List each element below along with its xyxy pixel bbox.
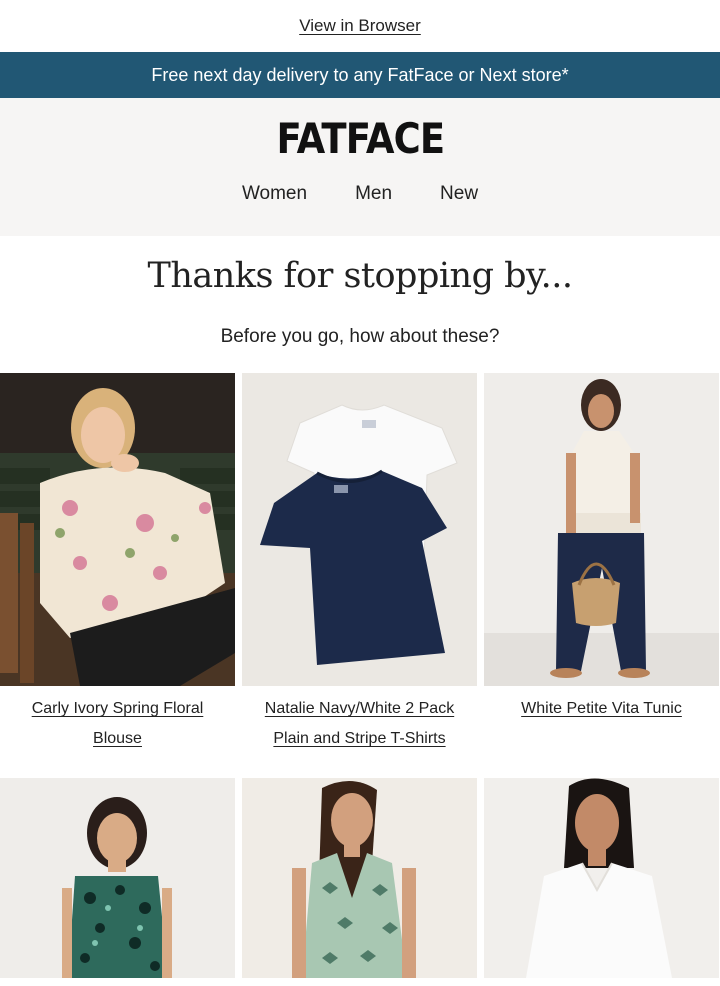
product-link[interactable]: White Petite Vita Tunic xyxy=(501,694,702,724)
product-card: White Petite Vita Tunic xyxy=(484,373,719,754)
product-card xyxy=(0,778,235,986)
product-image-white-vneck[interactable] xyxy=(484,778,719,978)
product-link[interactable]: Carly Ivory Spring Floral Blouse xyxy=(0,694,235,754)
product-image-tshirts[interactable] xyxy=(242,373,477,686)
product-image-floral-blouse[interactable] xyxy=(0,373,235,686)
product-card xyxy=(242,778,477,986)
view-in-browser-link[interactable]: View in Browser xyxy=(299,16,421,36)
product-card xyxy=(484,778,719,986)
brand-header: FATFACE Women Men New xyxy=(0,98,720,236)
product-link[interactable]: Natalie Navy/White 2 Pack Plain and Stri… xyxy=(242,694,477,754)
product-row xyxy=(0,778,720,986)
product-image-sage-print-vest[interactable] xyxy=(242,778,477,978)
view-in-browser-bar: View in Browser xyxy=(0,0,720,52)
product-grid: Carly Ivory Spring Floral Blouse Natalie… xyxy=(0,373,720,986)
product-image-white-tunic[interactable] xyxy=(484,373,719,686)
promo-text: Free next day delivery to any FatFace or… xyxy=(151,64,569,85)
promo-banner[interactable]: Free next day delivery to any FatFace or… xyxy=(0,52,720,98)
product-card: Carly Ivory Spring Floral Blouse xyxy=(0,373,235,754)
main-nav: Women Men New xyxy=(242,183,478,205)
product-card: Natalie Navy/White 2 Pack Plain and Stri… xyxy=(242,373,477,754)
product-image-green-print-top[interactable] xyxy=(0,778,235,978)
nav-men[interactable]: Men xyxy=(355,183,392,205)
page-subheadline: Before you go, how about these? xyxy=(220,326,500,347)
fatface-logo[interactable]: FATFACE xyxy=(276,114,445,163)
product-row: Carly Ivory Spring Floral Blouse Natalie… xyxy=(0,373,720,754)
page-headline: Thanks for stopping by... xyxy=(147,256,573,296)
nav-new[interactable]: New xyxy=(440,183,478,205)
nav-women[interactable]: Women xyxy=(242,183,307,205)
